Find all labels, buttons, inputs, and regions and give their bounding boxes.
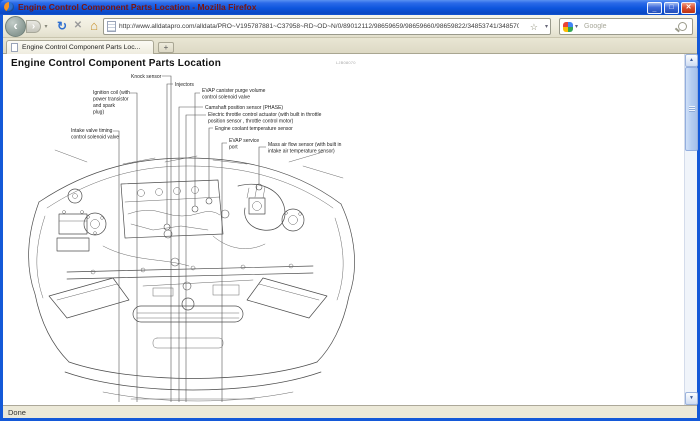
maximize-button[interactable]: □ [664, 2, 679, 14]
page-favicon-icon [107, 21, 116, 32]
diagram-label-electric-throttle-control-actuator: Electric throttle control actuator (with… [208, 112, 322, 125]
leader-marker-injectors [164, 224, 170, 230]
navigation-toolbar: ‹ › ▾ ↻ ✕ ⌂ ☆ ▾ ▾ [3, 15, 697, 38]
diagram-label-ignition-coil: Ignition coil (withpower transistorand s… [93, 90, 130, 116]
diagram-label-knock-sensor: Knock sensor [131, 74, 162, 80]
tab-favicon-icon [11, 43, 18, 52]
minimize-button[interactable]: _ [647, 2, 662, 14]
close-button[interactable]: ✕ [681, 2, 696, 14]
new-tab-button[interactable]: + [158, 42, 174, 53]
search-engine-dropdown-icon[interactable]: ▾ [575, 23, 578, 30]
page-content: Engine Control Component Parts Location … [3, 54, 684, 405]
tab-label: Engine Control Component Parts Loc... [22, 44, 140, 51]
search-icon[interactable] [678, 22, 687, 31]
home-button[interactable]: ⌂ [86, 17, 102, 35]
leader-line-mass-air-flow-sensor [259, 147, 266, 184]
status-bar: Done [3, 405, 697, 418]
minimize-icon: _ [648, 5, 661, 15]
leader-marker-engine-coolant-temperature-sensor [206, 198, 212, 204]
scrollbar-thumb[interactable] [685, 67, 698, 151]
car-artwork [29, 150, 355, 401]
browser-window: Engine Control Component Parts Location … [0, 0, 700, 421]
vertical-scrollbar[interactable]: ▲ ▼ [684, 54, 697, 405]
search-box[interactable]: ▾ [559, 18, 693, 35]
google-engine-icon[interactable] [563, 22, 573, 32]
leader-line-ignition-coil [130, 93, 137, 402]
leader-line-intake-valve-timing-control-solenoid-valve [113, 131, 119, 402]
window-title: Engine Control Component Parts Location … [18, 2, 256, 12]
leader-marker-evap-canister-purge-volume-control-solenoid-valve [192, 206, 198, 212]
url-dropdown-icon[interactable]: ▾ [545, 23, 548, 32]
url-bar[interactable]: ☆ ▾ [103, 18, 551, 35]
window-controls: _ □ ✕ [647, 2, 696, 14]
forward-button[interactable]: › [26, 20, 41, 33]
bookmark-star-icon[interactable]: ☆ [530, 21, 538, 33]
firefox-icon [4, 2, 14, 12]
refresh-button[interactable]: ↻ [54, 18, 70, 34]
tab-engine-control[interactable]: Engine Control Component Parts Loc... [6, 40, 154, 54]
search-input[interactable] [584, 20, 670, 33]
tab-bar: Engine Control Component Parts Loc... + [3, 38, 697, 54]
diagram-labels: Knock sensor Injectors Ignition coil (with… [71, 74, 342, 402]
diagram-label-camshaft-position-sensor: Camshaft position sensor (PHASE) [205, 105, 283, 111]
diagram-label-evap-service-port: EVAP serviceport [229, 138, 259, 151]
leader-line-knock-sensor [162, 76, 171, 402]
engine-diagram: Knock sensor Injectors Ignition coil (with… [3, 66, 373, 405]
figure-code: LJB08070 [336, 60, 356, 65]
leader-line-engine-coolant-temperature-sensor [209, 128, 213, 198]
leader-line-evap-service-port [222, 143, 227, 402]
diagram-label-intake-valve-timing-control-solenoid-valve: Intake valve timingcontrol solenoid valv… [71, 128, 119, 141]
url-input[interactable] [119, 20, 519, 33]
window-titlebar[interactable]: Engine Control Component Parts Location … [0, 0, 700, 15]
diagram-label-mass-air-flow-sensor: Mass air flow sensor (with built inintak… [268, 142, 342, 155]
leader-line-camshaft-position-sensor [179, 107, 203, 402]
scroll-down-button[interactable]: ▼ [685, 392, 698, 405]
stop-button[interactable]: ✕ [70, 18, 86, 34]
status-text: Done [8, 408, 26, 417]
back-button[interactable]: ‹ [5, 16, 26, 37]
history-dropdown-icon[interactable]: ▾ [42, 22, 50, 32]
diagram-label-engine-coolant-temperature-sensor: Engine coolant temperature sensor [215, 126, 293, 132]
leader-line-injectors [167, 84, 173, 224]
leader-line-evap-canister-purge-volume-control-solenoid-valve [195, 93, 200, 206]
scroll-up-button[interactable]: ▲ [685, 54, 698, 67]
diagram-label-injectors: Injectors [175, 82, 194, 88]
diagram-label-evap-canister-purge-volume-control-solenoid-valve: EVAP canister purge volumecontrol soleno… [202, 88, 266, 101]
